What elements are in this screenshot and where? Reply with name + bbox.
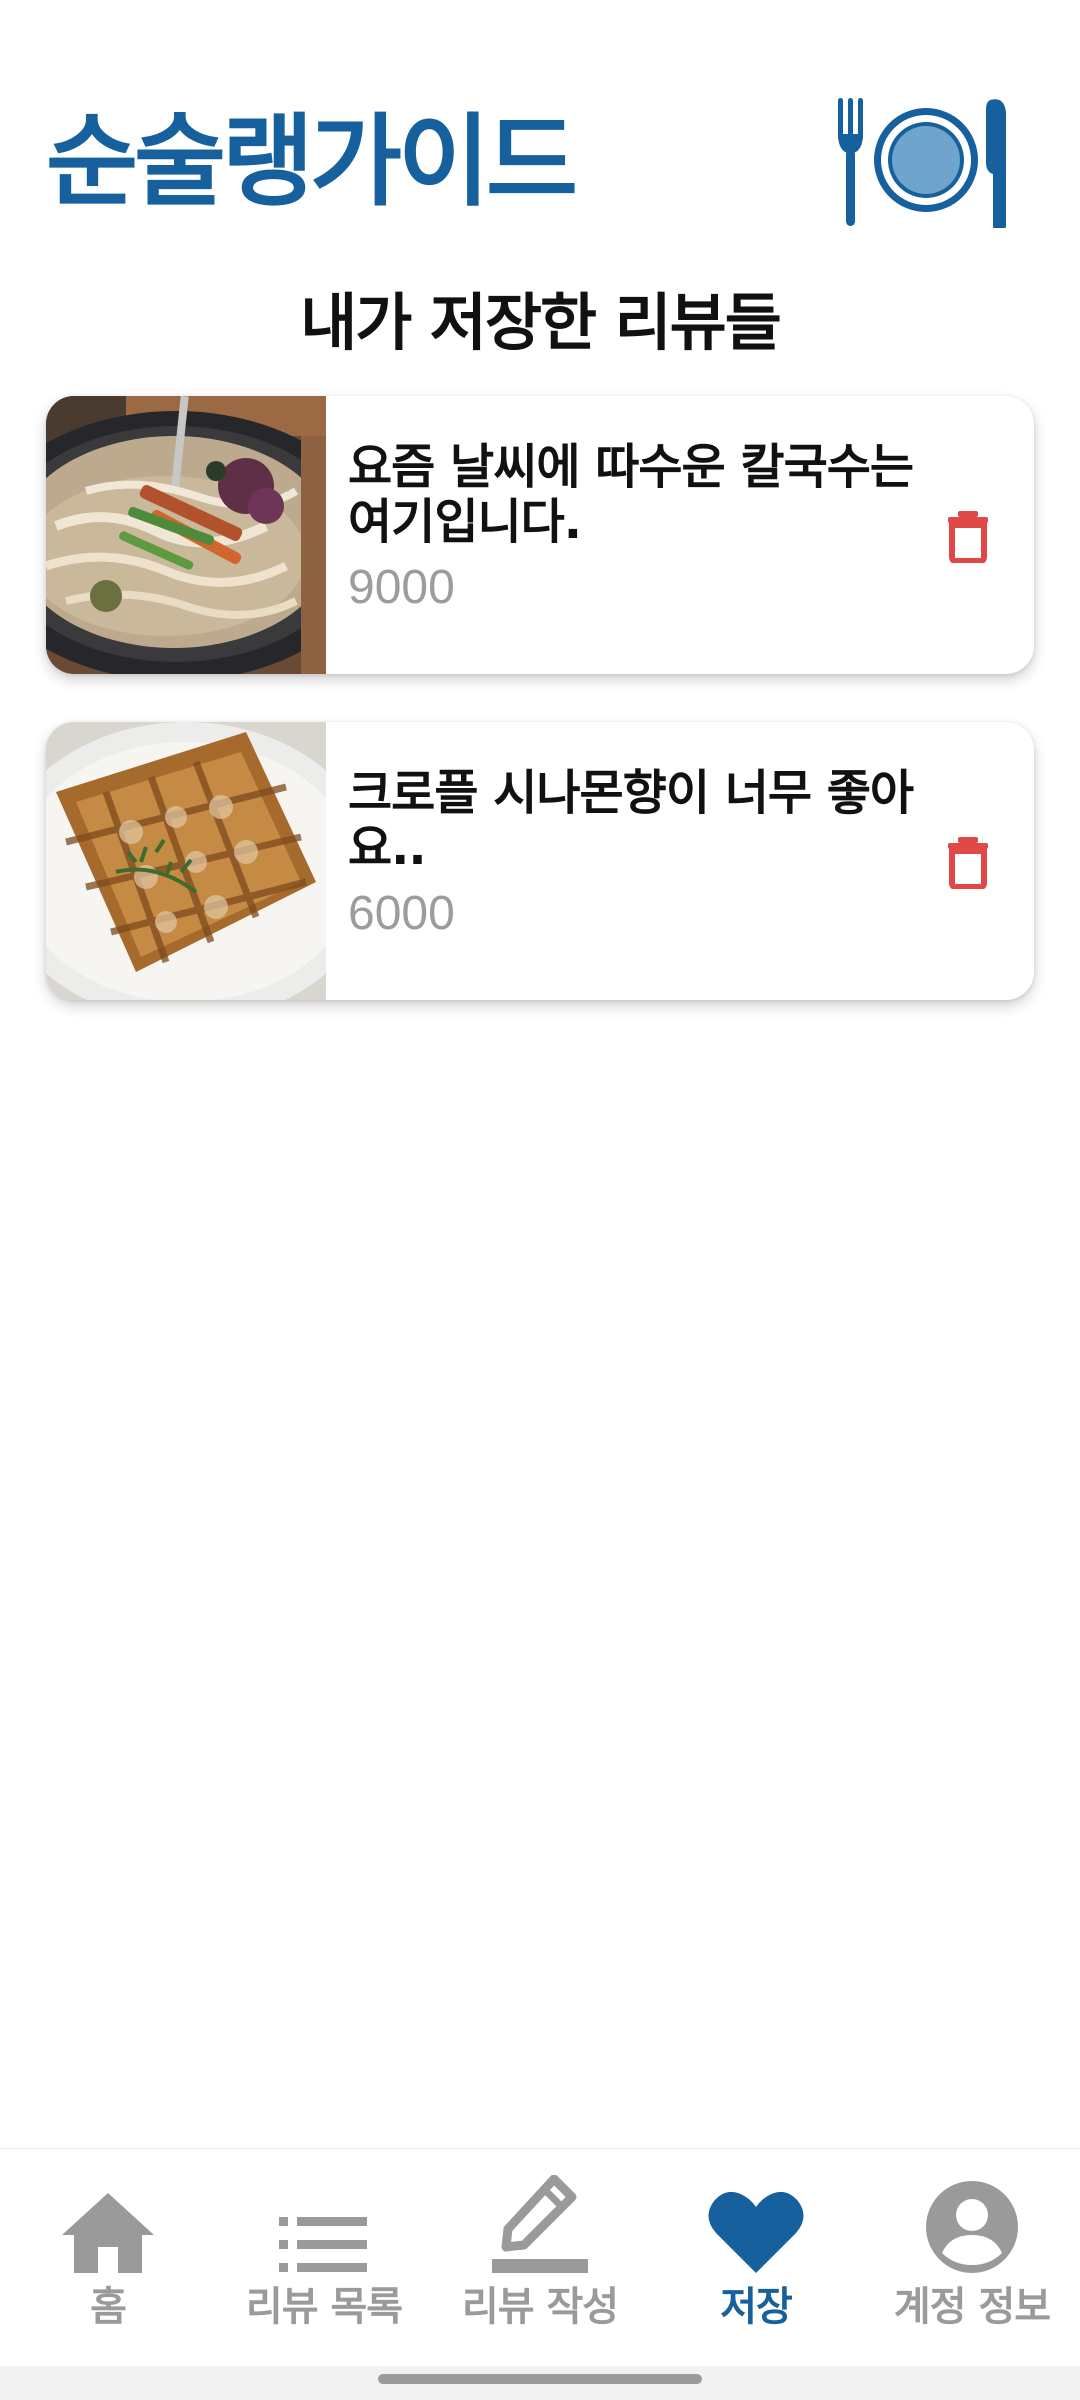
delete-button[interactable] — [932, 826, 1004, 898]
app-title: 순술랭가이드 — [46, 103, 578, 220]
app-screen: 순술랭가이드 내가 저장한 리뷰들 요즘 날씨에 따수운 칼국수는 여기입니다.… — [0, 0, 1080, 2400]
nav-label: 저장 — [720, 2284, 793, 2330]
nav-item-home[interactable]: 홈 — [0, 2149, 216, 2367]
review-card[interactable]: 요즘 날씨에 따수운 칼국수는 여기입니다. 9000 — [46, 396, 1034, 674]
croffle-photo — [46, 722, 326, 1000]
kalguksu-photo — [46, 396, 326, 674]
page-title: 내가 저장한 리뷰들 — [300, 286, 782, 359]
account-icon — [917, 2175, 1027, 2275]
nav-label: 홈 — [90, 2284, 127, 2330]
review-text: 요즘 날씨에 따수운 칼국수는 여기입니다. 9000 — [348, 439, 928, 615]
review-price: 9000 — [348, 561, 455, 615]
home-indicator[interactable] — [378, 2374, 702, 2384]
nav-item-review-list[interactable]: 리뷰 목록 — [216, 2149, 432, 2367]
home-icon — [53, 2175, 163, 2275]
nav-item-write-review[interactable]: 리뷰 작성 — [432, 2149, 648, 2367]
pencil-icon — [485, 2175, 595, 2275]
plate-fork-knife-icon — [836, 92, 1016, 230]
heart-icon — [701, 2175, 811, 2275]
review-title: 크로플 시나몬향이 너무 좋아요.. — [348, 765, 914, 877]
app-header: 순술랭가이드 — [0, 0, 1080, 270]
nav-label: 계정 정보 — [893, 2284, 1051, 2330]
review-title: 요즘 날씨에 따수운 칼국수는 여기입니다. — [348, 439, 914, 551]
review-card[interactable]: 크로플 시나몬향이 너무 좋아요.. 6000 — [46, 722, 1034, 1000]
nav-item-saved[interactable]: 저장 — [648, 2149, 864, 2367]
delete-button[interactable] — [932, 500, 1004, 572]
trash-icon — [948, 511, 988, 563]
bottom-navigation: 홈 리뷰 목록 리뷰 작성 저장 계정 정보 — [0, 2148, 1080, 2367]
trash-icon — [948, 837, 988, 889]
review-price: 6000 — [348, 887, 455, 941]
review-text: 크로플 시나몬향이 너무 좋아요.. 6000 — [348, 765, 928, 941]
saved-review-list: 요즘 날씨에 따수운 칼국수는 여기입니다. 9000 크로플 시나몬향이 너무… — [46, 396, 1034, 1048]
nav-item-account[interactable]: 계정 정보 — [864, 2149, 1080, 2367]
nav-label: 리뷰 목록 — [245, 2284, 403, 2330]
nav-label: 리뷰 작성 — [461, 2284, 619, 2330]
list-icon — [269, 2175, 379, 2275]
